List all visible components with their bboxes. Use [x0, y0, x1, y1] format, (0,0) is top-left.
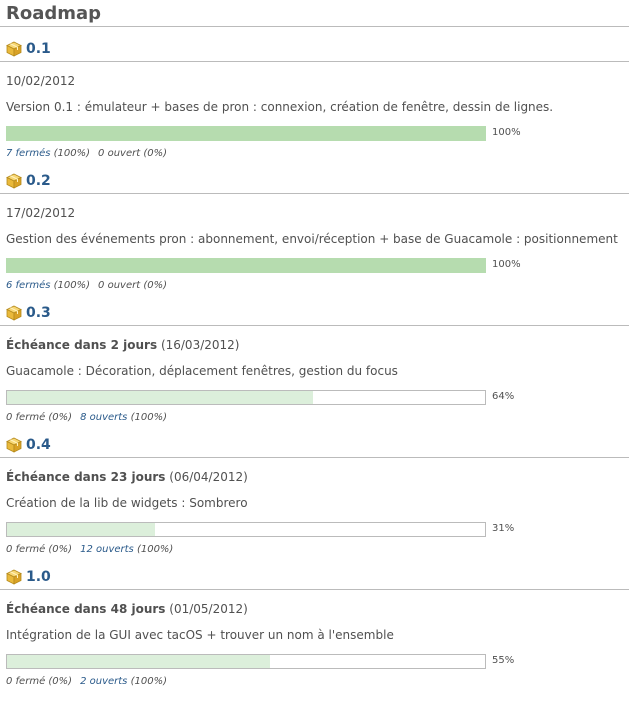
- progress-bar: [6, 258, 486, 273]
- progress-percent: 31%: [492, 523, 515, 534]
- version-description: Gestion des événements pron : abonnement…: [6, 232, 618, 246]
- due-date: 17/02/2012: [6, 206, 75, 220]
- version-description: Création de la lib de widgets : Sombrero: [6, 496, 248, 510]
- progress-percent: 100%: [492, 127, 521, 138]
- version-block: 1.0 Échéance dans 48 jours (01/05/2012) In…: [0, 566, 629, 694]
- package-icon: [6, 173, 22, 189]
- version-link[interactable]: 1.0: [26, 568, 51, 586]
- due-date-text: (01/05/2012): [169, 602, 248, 616]
- progress-fill: [7, 523, 155, 536]
- closed-issues-percent: (100%): [53, 148, 91, 159]
- open-issues-link: 0 ouvert: [98, 280, 141, 291]
- version-block: 0.2 17/02/2012 Gestion des événements pron…: [0, 170, 629, 298]
- due-date-prefix: Échéance dans 48 jours: [6, 602, 166, 616]
- open-issues-percent: (100%): [130, 412, 167, 423]
- version-link[interactable]: 0.2: [26, 172, 51, 190]
- package-icon: [6, 569, 22, 585]
- progress-fill: [7, 391, 313, 404]
- open-issues-percent: (100%): [136, 544, 174, 555]
- open-issues-percent: (0%): [143, 280, 167, 291]
- closed-issues-link: 0 fermé: [6, 544, 46, 555]
- closed-issues-link: 0 fermé: [6, 676, 46, 687]
- issue-counts: 7 fermés (100%) 0 ouvert (0%): [6, 148, 167, 159]
- roadmap-page: Roadmap 0.1 10/02/2012 Version 0.1 : émula…: [0, 0, 629, 687]
- version-header: 0.2: [0, 170, 629, 194]
- progress-bar: [6, 654, 486, 669]
- version-description: Intégration de la GUI avec tacOS + trouv…: [6, 628, 394, 642]
- due-date-prefix: Échéance dans 23 jours: [6, 470, 166, 484]
- closed-issues-link[interactable]: 7 fermés: [6, 148, 50, 159]
- due-date: Échéance dans 23 jours (06/04/2012): [6, 470, 248, 484]
- due-date-text: 17/02/2012: [6, 206, 76, 220]
- progress-fill: [7, 127, 485, 140]
- version-description: Version 0.1 : émulateur + bases de pron …: [6, 100, 554, 114]
- due-date: 10/02/2012: [6, 74, 75, 88]
- due-date: Échéance dans 2 jours (16/03/2012): [6, 338, 239, 352]
- open-issues-link: 0 ouvert: [98, 148, 141, 159]
- progress-percent: 100%: [492, 259, 521, 270]
- issue-counts: 0 fermé (0%) 8 ouverts (100%): [6, 412, 167, 423]
- due-date-text: (16/03/2012): [160, 338, 240, 352]
- progress-percent: 64%: [492, 391, 515, 402]
- open-issues-percent: (100%): [130, 676, 167, 687]
- open-issues-link[interactable]: 12 ouverts: [80, 544, 134, 555]
- due-date-prefix: Échéance dans 2 jours: [6, 338, 158, 352]
- version-link[interactable]: 0.3: [26, 304, 51, 322]
- due-date-text: (06/04/2012): [169, 470, 248, 484]
- progress-bar: [6, 390, 486, 405]
- issue-counts: 0 fermé (0%) 2 ouverts (100%): [6, 676, 167, 687]
- due-date: Échéance dans 48 jours (01/05/2012): [6, 602, 248, 616]
- version-link[interactable]: 0.1: [26, 40, 51, 58]
- version-header: 0.4: [0, 434, 629, 458]
- version-block: 0.1 10/02/2012 Version 0.1 : émulateur + b…: [0, 38, 629, 166]
- closed-issues-link: 0 fermé: [6, 412, 46, 423]
- version-block: 0.4 Échéance dans 23 jours (06/04/2012) Cr…: [0, 434, 629, 562]
- version-header: 0.1: [0, 38, 629, 62]
- open-issues-link[interactable]: 8 ouverts: [80, 412, 127, 423]
- closed-issues-percent: (100%): [53, 280, 91, 291]
- version-link[interactable]: 0.4: [26, 436, 51, 454]
- issue-counts: 6 fermés (100%) 0 ouvert (0%): [6, 280, 167, 291]
- package-icon: [6, 437, 22, 453]
- progress-fill: [7, 655, 270, 668]
- version-header: 1.0: [0, 566, 629, 590]
- progress-fill: [7, 259, 485, 272]
- closed-issues-percent: (0%): [48, 412, 73, 423]
- version-header: 0.3: [0, 302, 629, 326]
- issue-counts: 0 fermé (0%) 12 ouverts (100%): [6, 544, 173, 555]
- due-date-text: 10/02/2012: [6, 74, 76, 88]
- version-description: Guacamole : Décoration, déplacement fenê…: [6, 364, 398, 378]
- progress-bar: [6, 522, 486, 537]
- progress-percent: 55%: [492, 655, 515, 666]
- page-title: Roadmap: [0, 0, 629, 27]
- package-icon: [6, 41, 22, 57]
- closed-issues-percent: (0%): [48, 544, 73, 555]
- closed-issues-percent: (0%): [48, 676, 73, 687]
- closed-issues-link[interactable]: 6 fermés: [6, 280, 50, 291]
- version-block: 0.3 Échéance dans 2 jours (16/03/2012) Gua…: [0, 302, 629, 430]
- open-issues-link[interactable]: 2 ouverts: [80, 676, 127, 687]
- open-issues-percent: (0%): [143, 148, 167, 159]
- package-icon: [6, 305, 22, 321]
- progress-bar: [6, 126, 486, 141]
